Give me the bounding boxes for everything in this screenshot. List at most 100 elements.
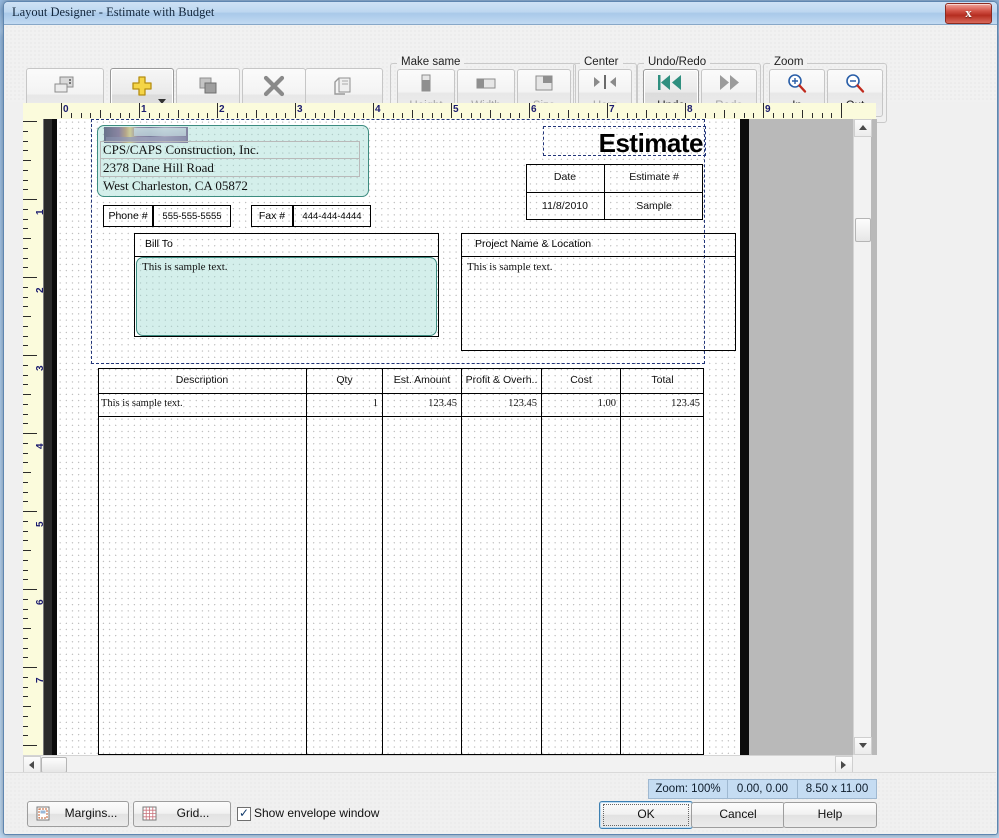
ruler-tick: [831, 113, 833, 118]
close-icon[interactable]: x: [945, 3, 992, 24]
ruler-tick: [23, 657, 28, 659]
ruler-label: 0: [63, 104, 69, 115]
ruler-tick: [168, 113, 170, 118]
ruler-tick: [23, 208, 28, 210]
column-header-description: Description: [175, 374, 229, 386]
zoom-group-label: Zoom: [770, 56, 808, 68]
show-envelope-window-checkbox[interactable]: ✓: [237, 807, 251, 821]
ruler-tick: [509, 113, 511, 118]
ruler-tick: [23, 442, 28, 444]
ruler-tick: [23, 413, 28, 415]
vertical-ruler[interactable]: 12345678: [23, 119, 44, 755]
row-qty: 1: [372, 398, 378, 409]
ruler-tick: [675, 113, 677, 118]
scroll-up-arrow-icon[interactable]: [854, 119, 872, 137]
horizontal-scrollbar[interactable]: [23, 755, 853, 774]
ruler-tick: [802, 110, 803, 118]
ruler-tick: [23, 199, 37, 200]
fax-label: Fax #: [258, 210, 286, 222]
ruler-tick: [226, 113, 228, 118]
ruler-tick: [148, 113, 150, 118]
ruler-tick: [23, 403, 28, 405]
ruler-tick: [772, 113, 774, 118]
ruler-tick: [646, 110, 647, 118]
ruler-tick: [529, 103, 530, 118]
grid-button[interactable]: Grid...: [133, 801, 231, 827]
copy-icon: [177, 75, 239, 99]
ruler-tick: [724, 110, 725, 118]
ruler-tick: [587, 113, 589, 118]
title-bar: Layout Designer - Estimate with Budget x: [4, 2, 997, 25]
dialog-window: Layout Designer - Estimate with Budget x…: [3, 1, 998, 835]
margins-page-icon: [36, 806, 50, 824]
vertical-scrollbar[interactable]: [853, 119, 872, 755]
ruler-tick: [343, 113, 345, 118]
ruler-tick: [70, 113, 72, 118]
size-icon: [518, 74, 570, 94]
properties-icon: [27, 75, 103, 99]
ruler-tick: [23, 355, 37, 356]
ruler-tick: [90, 113, 92, 118]
ruler-tick: [23, 306, 28, 308]
ruler-tick: [23, 472, 31, 473]
margins-button[interactable]: Margins...: [27, 801, 129, 827]
ruler-tick: [519, 113, 521, 118]
ruler-tick: [685, 103, 686, 118]
ruler-tick: [23, 286, 28, 288]
company-address-line2: West Charleston, CA 05872: [103, 178, 248, 193]
ruler-tick: [23, 706, 31, 707]
ruler-tick: [421, 113, 423, 118]
cancel-button[interactable]: Cancel: [691, 802, 785, 828]
ruler-tick: [187, 113, 189, 118]
ruler-tick: [626, 113, 628, 118]
ruler-tick: [246, 113, 248, 118]
checkmark-icon: ✓: [239, 806, 250, 820]
column-header-profit-overhead: Profit & Overh..: [465, 374, 538, 386]
row-profit-overhead: 123.45: [508, 398, 537, 409]
vertical-scrollbar-thumb[interactable]: [855, 218, 871, 242]
ruler-tick: [23, 676, 28, 678]
center-horizontal-icon: [579, 74, 631, 94]
estimate-number-header: Estimate #: [629, 171, 679, 183]
project-box[interactable]: [461, 233, 736, 351]
ruler-tick: [23, 267, 28, 269]
ruler-tick: [23, 715, 28, 717]
ruler-tick: [23, 140, 28, 142]
ruler-tick: [23, 520, 28, 522]
ruler-tick: [382, 113, 384, 118]
ruler-tick: [23, 501, 28, 503]
zoom-in-magnifier-icon: [770, 73, 824, 95]
scroll-down-arrow-icon[interactable]: [854, 737, 872, 755]
ruler-tick: [23, 130, 28, 132]
horizontal-scrollbar-thumb[interactable]: [41, 757, 67, 773]
ruler-tick: [23, 228, 28, 230]
ruler-tick: [714, 113, 716, 118]
ok-button[interactable]: OK: [599, 801, 693, 829]
ruler-tick: [23, 384, 28, 386]
ruler-tick: [23, 179, 28, 181]
ruler-tick: [597, 113, 599, 118]
horizontal-ruler[interactable]: 0 1 2 3 4 5 6 7 8 9: [23, 103, 876, 120]
ruler-tick: [636, 113, 638, 118]
page-left-margin-bar: [44, 119, 52, 755]
help-button[interactable]: Help: [783, 802, 877, 828]
design-canvas[interactable]: CPS/CAPS Construction, Inc. 2378 Dane Hi…: [43, 119, 877, 755]
form-page[interactable]: CPS/CAPS Construction, Inc. 2378 Dane Hi…: [57, 119, 740, 755]
ruler-tick: [217, 103, 218, 118]
ruler-tick: [753, 113, 755, 118]
ruler-tick: [207, 113, 209, 118]
ruler-tick: [821, 113, 823, 118]
line-items-table[interactable]: [98, 368, 704, 755]
ruler-tick: [23, 667, 37, 668]
ruler-tick: [295, 103, 296, 118]
ruler-tick: [129, 113, 131, 118]
ruler-tick: [460, 113, 462, 118]
ruler-tick: [23, 725, 28, 727]
ruler-tick: [23, 169, 28, 171]
project-body: This is sample text.: [467, 261, 553, 273]
ruler-tick: [23, 647, 28, 649]
margins-label: Margins...: [64, 806, 118, 820]
add-plus-icon: [111, 75, 173, 99]
ruler-tick: [23, 589, 37, 590]
remove-x-icon: [243, 75, 305, 99]
